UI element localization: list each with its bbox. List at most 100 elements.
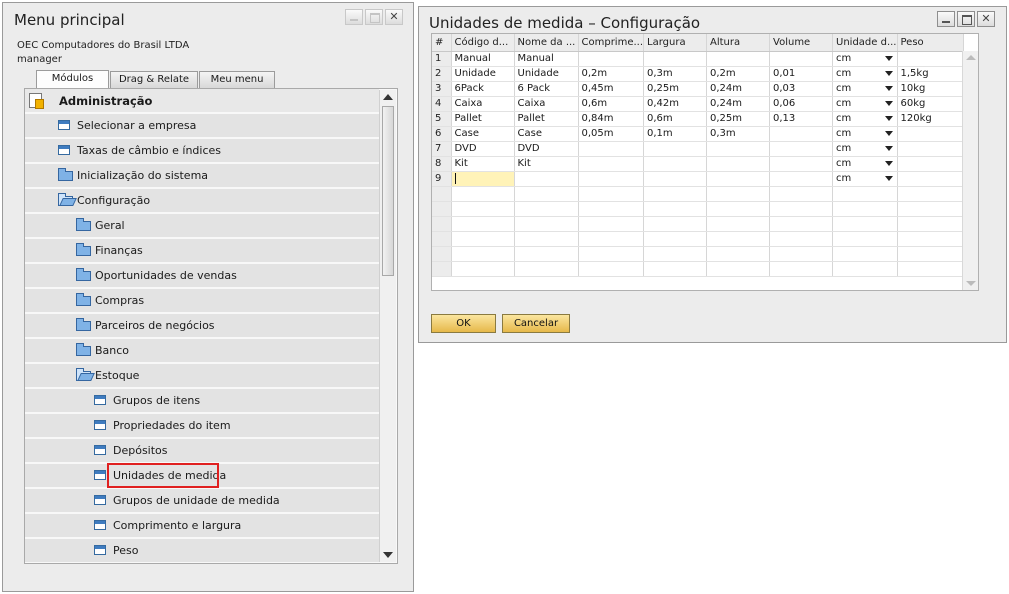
row-number[interactable]: 9 (432, 171, 452, 187)
unit-select-cell[interactable]: cm (832, 51, 898, 67)
table-cell[interactable] (578, 171, 645, 187)
table-cell[interactable] (643, 141, 708, 157)
tree-item-financas[interactable]: Finanças (25, 239, 379, 263)
unit-select-cell[interactable]: cm (832, 141, 898, 157)
table-cell[interactable]: 0,84m (578, 111, 645, 127)
dropdown-arrow-icon[interactable] (884, 100, 893, 106)
table-cell[interactable]: 0,1m (643, 126, 708, 142)
row-number[interactable]: 3 (432, 81, 452, 97)
tree-item-grupos-itens[interactable]: Grupos de itens (25, 389, 379, 413)
row-number[interactable]: 5 (432, 111, 452, 127)
table-cell[interactable]: Unidade (451, 66, 515, 82)
table-cell[interactable] (643, 156, 708, 172)
table-row[interactable] (432, 231, 964, 247)
table-cell[interactable]: 10kg (897, 81, 964, 97)
table-cell[interactable] (897, 126, 964, 142)
table-cell[interactable] (769, 141, 834, 157)
row-number[interactable]: 7 (432, 141, 452, 157)
tree-item-inicializacao[interactable]: Inicialização do sistema (25, 164, 379, 188)
dropdown-arrow-icon[interactable] (884, 175, 893, 181)
tree-item-grupos-unidade[interactable]: Grupos de unidade de medida (25, 489, 379, 513)
table-cell[interactable]: Pallet (514, 111, 579, 127)
table-cell[interactable] (706, 156, 771, 172)
table-cell[interactable]: 120kg (897, 111, 964, 127)
dropdown-arrow-icon[interactable] (884, 85, 893, 91)
dropdown-arrow-icon[interactable] (884, 160, 893, 166)
col-header-peso[interactable]: Peso (897, 34, 964, 52)
table-cell[interactable]: Kit (514, 156, 579, 172)
tree-item-configuracao[interactable]: Configuração (25, 189, 379, 213)
tree-item-taxas-cambio[interactable]: Taxas de câmbio e índices (25, 139, 379, 163)
table-row[interactable]: 8 Kit Kit cm (432, 156, 964, 172)
table-cell[interactable] (706, 51, 771, 67)
table-cell[interactable]: 1,5kg (897, 66, 964, 82)
table-cell[interactable]: 0,01 (769, 66, 834, 82)
active-input-cell[interactable] (451, 171, 515, 187)
tree-item-comprimento-largura[interactable]: Comprimento e largura (25, 514, 379, 538)
table-cell[interactable]: 0,25m (643, 81, 708, 97)
table-row[interactable] (432, 186, 964, 202)
table-row[interactable]: 4 Caixa Caixa 0,6m 0,42m 0,24m 0,06 cm 60kg (432, 96, 964, 112)
tree-item-propriedades[interactable]: Propriedades do item (25, 414, 379, 438)
col-header-volume[interactable]: Volume (769, 34, 834, 52)
table-cell[interactable] (514, 171, 579, 187)
table-row[interactable]: 3 6Pack 6 Pack 0,45m 0,25m 0,24m 0,03 cm 10kg (432, 81, 964, 97)
dropdown-arrow-icon[interactable] (884, 145, 893, 151)
table-cell[interactable]: 0,25m (706, 111, 771, 127)
maximize-button[interactable] (957, 11, 975, 27)
table-cell[interactable]: Kit (451, 156, 515, 172)
table-row[interactable] (432, 201, 964, 217)
maximize-button[interactable] (365, 9, 383, 25)
table-cell[interactable]: DVD (451, 141, 515, 157)
table-cell[interactable]: 6Pack (451, 81, 515, 97)
unit-select-cell[interactable]: cm (832, 111, 898, 127)
table-cell[interactable]: 0,2m (706, 66, 771, 82)
table-cell[interactable]: 0,3m (643, 66, 708, 82)
tree-scrollbar[interactable] (379, 90, 396, 562)
table-row[interactable] (432, 246, 964, 262)
table-cell[interactable]: 0,06 (769, 96, 834, 112)
table-row[interactable]: 9 cm (432, 171, 964, 187)
table-cell[interactable]: 0,13 (769, 111, 834, 127)
row-number[interactable]: 4 (432, 96, 452, 112)
table-cell[interactable]: 0,3m (706, 126, 771, 142)
tree-item-peso[interactable]: Peso (25, 539, 379, 563)
table-cell[interactable] (706, 141, 771, 157)
col-header-codigo[interactable]: Código d... (451, 34, 515, 52)
col-header-unidade[interactable]: Unidade d... (832, 34, 898, 52)
col-header-largura[interactable]: Largura (643, 34, 708, 52)
table-cell[interactable]: 0,24m (706, 96, 771, 112)
tree-item-oportunidades[interactable]: Oportunidades de vendas (25, 264, 379, 288)
close-button[interactable]: ✕ (977, 11, 995, 27)
minimize-button[interactable] (937, 11, 955, 27)
table-cell[interactable]: Manual (514, 51, 579, 67)
table-cell[interactable] (643, 171, 708, 187)
table-cell[interactable] (643, 51, 708, 67)
grid-scrollbar[interactable] (962, 51, 978, 290)
table-cell[interactable]: 0,6m (578, 96, 645, 112)
col-header-num[interactable]: # (432, 34, 452, 52)
table-cell[interactable]: 60kg (897, 96, 964, 112)
table-cell[interactable]: 0,05m (578, 126, 645, 142)
table-row[interactable] (432, 216, 964, 232)
tree-item-geral[interactable]: Geral (25, 214, 379, 238)
close-button[interactable]: ✕ (385, 9, 403, 25)
table-cell[interactable] (706, 171, 771, 187)
table-cell[interactable] (769, 156, 834, 172)
dropdown-arrow-icon[interactable] (884, 70, 893, 76)
col-header-nome[interactable]: Nome da ... (514, 34, 579, 52)
table-cell[interactable] (897, 171, 964, 187)
table-row[interactable]: 7 DVD DVD cm (432, 141, 964, 157)
unit-select-cell[interactable]: cm (832, 156, 898, 172)
minimize-button[interactable] (345, 9, 363, 25)
table-row[interactable]: 1 Manual Manual cm (432, 51, 964, 67)
table-row[interactable] (432, 261, 964, 277)
table-cell[interactable] (769, 171, 834, 187)
tree-item-estoque[interactable]: Estoque (25, 364, 379, 388)
table-cell[interactable]: 0,03 (769, 81, 834, 97)
row-number[interactable]: 1 (432, 51, 452, 67)
tree-item-administracao[interactable]: Administração (25, 89, 379, 113)
table-cell[interactable] (897, 141, 964, 157)
row-number[interactable]: 6 (432, 126, 452, 142)
table-row[interactable]: 5 Pallet Pallet 0,84m 0,6m 0,25m 0,13 cm 120kg (432, 111, 964, 127)
